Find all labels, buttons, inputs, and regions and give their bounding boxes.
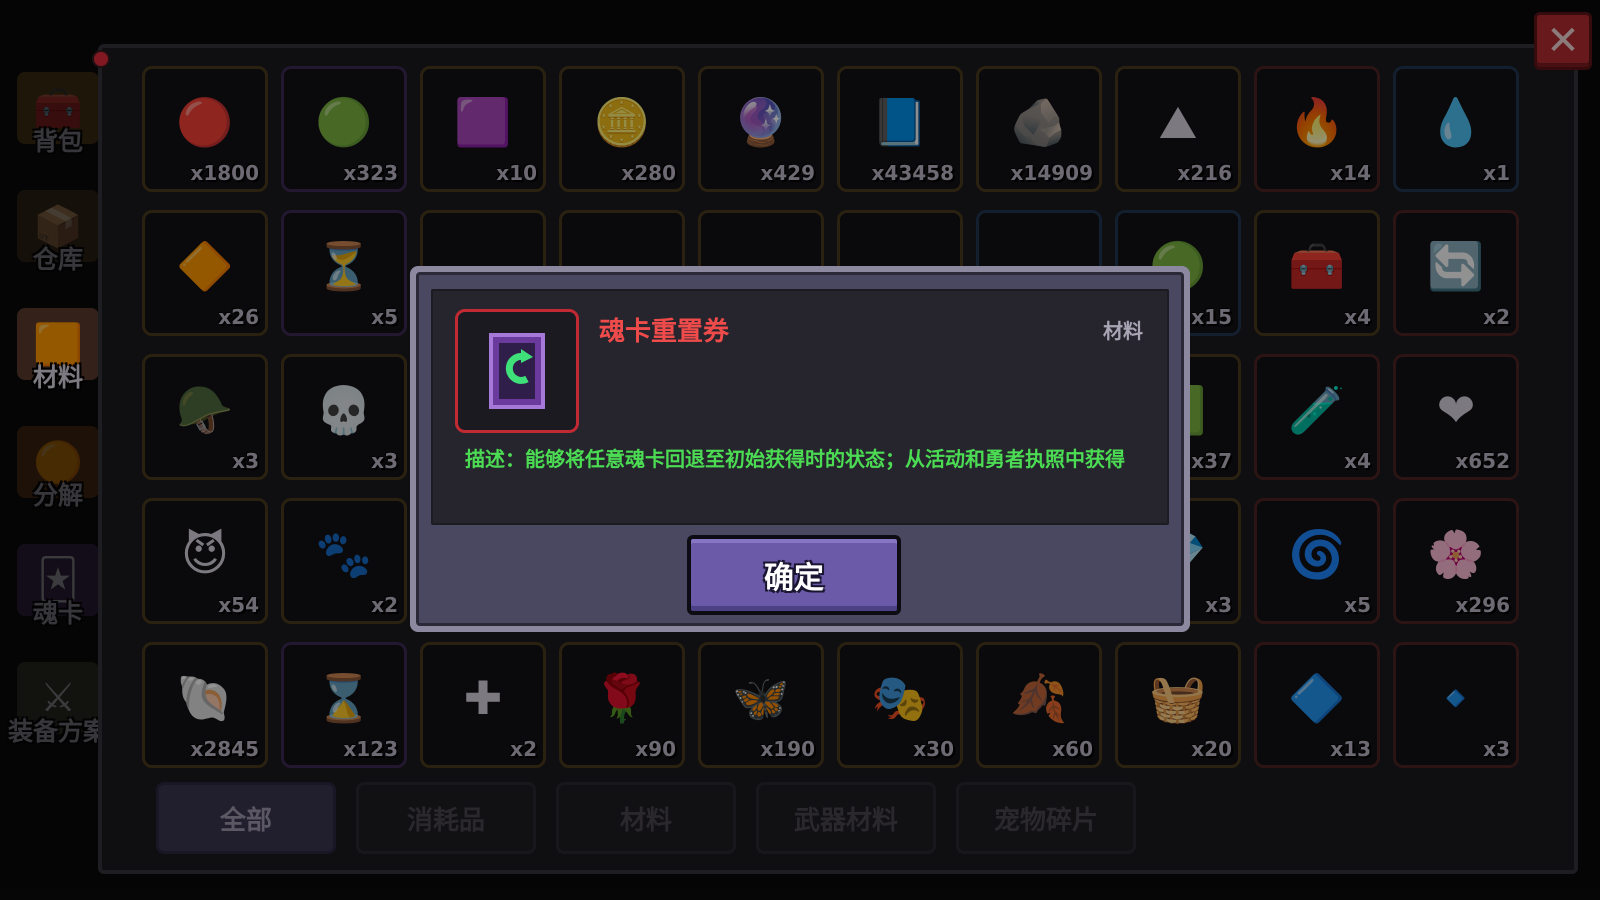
item-name: 魂卡重置券 xyxy=(599,317,730,347)
item-description: 描述：能够将任意魂卡回退至初始获得时的状态；从活动和勇者执照中获得 xyxy=(465,447,1125,471)
item-frame xyxy=(455,309,579,433)
item-detail-dialog: 魂卡重置券 材料 描述：能够将任意魂卡回退至初始获得时的状态；从活动和勇者执照中… xyxy=(410,266,1190,632)
dialog-body: 魂卡重置券 材料 描述：能够将任意魂卡回退至初始获得时的状态；从活动和勇者执照中… xyxy=(431,289,1169,525)
confirm-button-label: 确定 xyxy=(764,561,824,596)
confirm-button[interactable]: 确定 xyxy=(687,535,901,615)
soul-card-reset-icon xyxy=(489,333,545,409)
item-type: 材料 xyxy=(1103,319,1143,343)
dialog-inner: 魂卡重置券 材料 描述：能够将任意魂卡回退至初始获得时的状态；从活动和勇者执照中… xyxy=(416,272,1184,626)
